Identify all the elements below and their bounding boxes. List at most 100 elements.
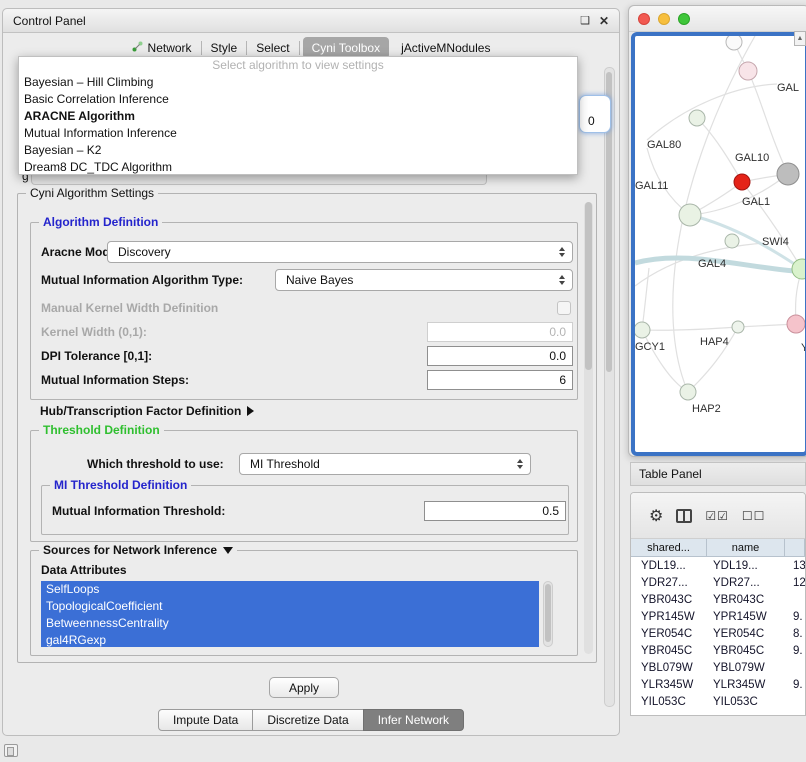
threshold-type-value: MI Threshold	[250, 457, 320, 471]
network-node-labels: GALGAL80GAL10GAL11GAL1SWI4GAL4GCY1HAP4YH…	[635, 82, 805, 415]
minimized-panel-icon[interactable]	[4, 744, 18, 757]
mi-type-select[interactable]: Naive Bayes	[275, 269, 573, 291]
close-window-icon[interactable]	[638, 13, 650, 25]
sources-title[interactable]: Sources for Network Inference	[39, 543, 237, 557]
hub-definition-section[interactable]: Hub/Transcription Factor Definition	[40, 404, 254, 418]
table-row[interactable]: YIL053CYIL053C	[631, 693, 805, 710]
aracne-mode-select[interactable]: Discovery	[107, 241, 573, 263]
select-all-checks-icon[interactable]: ☑☑	[705, 509, 729, 523]
mi-threshold-group: MI Threshold Definition Mutual Informati…	[41, 485, 569, 535]
table-row[interactable]: YDR27...YDR27...12	[631, 574, 805, 591]
table-row[interactable]: YER054CYER054C8.	[631, 625, 805, 642]
network-window-titlebar[interactable]	[629, 6, 806, 32]
table-header: shared... name	[631, 539, 805, 557]
network-node[interactable]	[734, 174, 750, 190]
network-node[interactable]	[732, 321, 744, 333]
table-cell: YDL19...	[631, 557, 707, 574]
minimize-window-icon[interactable]	[658, 13, 670, 25]
threshold-type-select[interactable]: MI Threshold	[239, 453, 531, 475]
table-row[interactable]: YDL19...YDL19...13	[631, 557, 805, 574]
algorithm-option[interactable]: Basic Correlation Inference	[19, 91, 577, 108]
network-node[interactable]	[679, 204, 701, 226]
table-cell	[785, 659, 805, 676]
float-panel-icon[interactable]: ❑	[580, 14, 590, 28]
algorithm-option[interactable]: Mutual Information Inference	[19, 125, 577, 142]
tab-label: Network	[148, 41, 192, 55]
kernel-width-value: 0.0	[549, 325, 566, 339]
attribute-item[interactable]: SelfLoops	[41, 581, 539, 598]
algorithm-placeholder: Select algorithm to view settings	[19, 57, 577, 74]
manual-kernel-checkbox[interactable]	[557, 301, 571, 315]
table-row[interactable]: YBL079WYBL079W	[631, 659, 805, 676]
mi-type-label: Mutual Information Algorithm Type:	[41, 273, 243, 287]
panel-scrollbar[interactable]	[604, 67, 615, 707]
table-cell: 9.	[785, 642, 805, 659]
dpi-tolerance-input[interactable]: 0.0	[427, 346, 573, 366]
network-node[interactable]	[680, 384, 696, 400]
table-cell: YDR27...	[631, 574, 707, 591]
combo-arrows-icon	[559, 275, 565, 285]
tab-infer-network[interactable]: Infer Network	[363, 709, 464, 731]
network-canvas[interactable]: GALGAL80GAL10GAL11GAL1SWI4GAL4GCY1HAP4YH…	[631, 32, 806, 456]
table-row[interactable]: YLR345WYLR345W9.	[631, 676, 805, 693]
algorithm-option[interactable]: Bayesian – Hill Climbing	[19, 74, 577, 91]
network-node-label: HAP4	[700, 336, 729, 348]
collapse-caret-icon	[223, 547, 233, 554]
network-node[interactable]	[739, 62, 757, 80]
data-attributes-label: Data Attributes	[41, 563, 127, 577]
algorithm-dropdown-list[interactable]: Select algorithm to view settings Bayesi…	[18, 56, 578, 175]
close-panel-icon[interactable]: ✕	[599, 14, 609, 28]
zoom-window-icon[interactable]	[678, 13, 690, 25]
cyni-settings-group: Cyni Algorithm Settings Algorithm Defini…	[17, 193, 597, 663]
control-panel-titlebar[interactable]: Control Panel ❑ ✕	[3, 9, 619, 33]
mi-steps-value: 6	[559, 373, 566, 387]
settings-scrollbar[interactable]	[584, 202, 593, 654]
obscured-combobox-fragment	[31, 175, 487, 185]
network-node[interactable]	[787, 315, 805, 333]
threshold-definition-group: Threshold Definition Which threshold to …	[30, 430, 578, 542]
table-cell: YDL19...	[707, 557, 785, 574]
table-cell: 9.	[785, 676, 805, 693]
attribute-item[interactable]: BetweennessCentrality	[41, 615, 539, 632]
data-attributes-list[interactable]: SelfLoopsTopologicalCoefficientBetweenne…	[41, 581, 539, 647]
column-header[interactable]: shared...	[631, 539, 707, 556]
apply-button[interactable]: Apply	[269, 677, 339, 698]
mi-steps-input[interactable]: 6	[427, 370, 573, 390]
table-cell: YBR045C	[631, 642, 707, 659]
table-cell: YPR145W	[631, 608, 707, 625]
settings-gear-icon[interactable]: ⚙	[649, 506, 663, 526]
column-browser-icon[interactable]	[676, 509, 692, 523]
settings-scrollbar-thumb[interactable]	[585, 202, 592, 370]
network-scrollbar-stub[interactable]: ▲	[794, 31, 806, 46]
table-cell: YDR27...	[707, 574, 785, 591]
table-cell: YBR043C	[707, 591, 785, 608]
tab-discretize-data[interactable]: Discretize Data	[252, 709, 363, 731]
attributes-scrollbar[interactable]	[543, 581, 553, 647]
table-panel-title: Table Panel	[639, 467, 702, 481]
table-panel-titlebar[interactable]: Table Panel	[630, 462, 806, 486]
network-node[interactable]	[726, 36, 742, 50]
attribute-item[interactable]: TopologicalCoefficient	[41, 598, 539, 615]
column-header[interactable]: name	[707, 539, 785, 556]
column-header[interactable]	[785, 539, 805, 556]
algorithm-option[interactable]: ARACNE Algorithm	[19, 108, 577, 125]
algorithm-option[interactable]: Bayesian – K2	[19, 142, 577, 159]
table-row[interactable]: YBR043CYBR043C	[631, 591, 805, 608]
obscured-spinner[interactable]: 0	[579, 95, 611, 133]
attributes-scrollbar-thumb[interactable]	[545, 584, 551, 642]
mi-threshold-input[interactable]: 0.5	[424, 501, 566, 521]
combo-arrows-icon	[517, 459, 523, 469]
network-node[interactable]	[689, 110, 705, 126]
tab-impute-data[interactable]: Impute Data	[158, 709, 253, 731]
table-row[interactable]: YBR045CYBR045C9.	[631, 642, 805, 659]
network-node[interactable]	[635, 322, 650, 338]
table-row[interactable]: YPR145WYPR145W9.	[631, 608, 805, 625]
algorithm-option[interactable]: Dream8 DC_TDC Algorithm	[19, 159, 577, 176]
deselect-all-checks-icon[interactable]: ☐☐	[742, 509, 766, 523]
network-node[interactable]	[725, 234, 739, 248]
kernel-width-input[interactable]: 0.0	[427, 322, 573, 342]
attribute-item[interactable]: gal4RGexp	[41, 632, 539, 647]
algorithm-definition-group: Algorithm Definition Aracne Mode: Discov…	[30, 222, 578, 400]
network-node[interactable]	[777, 163, 799, 185]
spinner-value: 0	[588, 114, 595, 128]
